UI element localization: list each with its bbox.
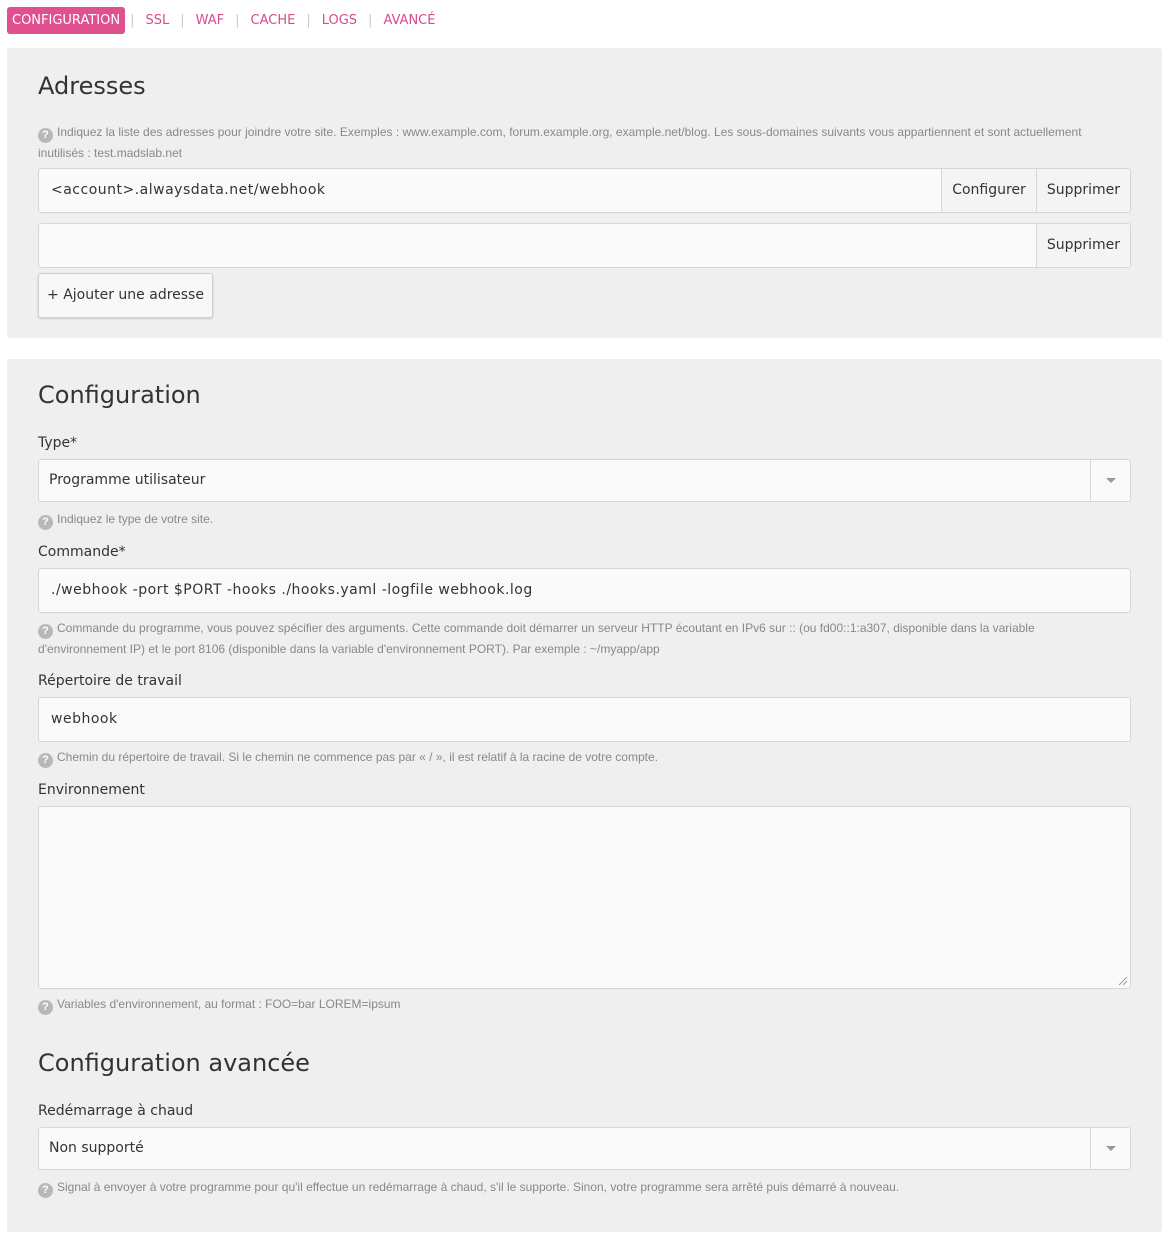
question-circle-icon: ?	[38, 515, 53, 530]
hot-restart-select-toggle[interactable]	[1090, 1128, 1130, 1169]
environment-textarea[interactable]	[38, 806, 1131, 989]
type-select-value: Programme utilisateur	[49, 472, 206, 488]
tab-configuration[interactable]: CONFIGURATION	[7, 7, 126, 34]
workdir-label: Répertoire de travail	[38, 673, 182, 689]
section-tabs: CONFIGURATION | SSL | WAF | CACHE | LOGS…	[7, 7, 441, 34]
command-help-text: Commande du programme, vous pouvez spéci…	[38, 621, 1035, 656]
tab-separator: |	[235, 13, 240, 28]
address-input[interactable]: <account>.alwaysdata.net/webhook	[39, 169, 941, 212]
addresses-help-text: Indiquez la liste des adresses pour join…	[38, 125, 1082, 160]
tab-ssl[interactable]: SSL	[139, 7, 175, 34]
tab-separator: |	[180, 13, 185, 28]
tab-separator: |	[130, 13, 135, 28]
address-input[interactable]	[39, 224, 1036, 267]
hot-restart-select[interactable]: Non supporté	[38, 1127, 1131, 1170]
question-circle-icon: ?	[38, 1000, 53, 1015]
delete-button[interactable]: Supprimer	[1035, 169, 1130, 212]
workdir-help-text: Chemin du répertoire de travail. Si le c…	[57, 750, 658, 764]
advanced-config-title: Configuration avancée	[38, 1049, 310, 1077]
hot-restart-help: ? Signal à envoyer à votre programme pour…	[38, 1177, 1098, 1198]
command-label: Commande*	[38, 544, 126, 560]
resize-grip-icon[interactable]	[1118, 976, 1128, 986]
question-circle-icon: ?	[38, 624, 53, 639]
caret-down-icon	[1105, 1146, 1116, 1151]
question-circle-icon: ?	[38, 1183, 53, 1198]
workdir-help: ? Chemin du répertoire de travail. Si le …	[38, 747, 1098, 768]
caret-down-icon	[1105, 478, 1116, 483]
addresses-title: Adresses	[38, 72, 146, 100]
tab-separator: |	[368, 13, 373, 28]
environment-label: Environnement	[38, 782, 145, 798]
type-select-toggle[interactable]	[1090, 460, 1130, 501]
hot-restart-label: Redémarrage à chaud	[38, 1103, 194, 1119]
command-help: ? Commande du programme, vous pouvez spéc…	[38, 618, 1098, 659]
hot-restart-select-value: Non supporté	[49, 1140, 144, 1156]
addresses-panel: Adresses ? Indiquez la liste des adresses…	[7, 48, 1162, 338]
delete-button[interactable]: Supprimer	[1035, 224, 1130, 267]
workdir-input[interactable]: webhook	[38, 697, 1131, 742]
configuration-title: Configuration	[38, 381, 201, 409]
address-row: <account>.alwaysdata.net/webhook Configu…	[38, 168, 1131, 213]
hot-restart-help-text: Signal à envoyer à votre programme pour …	[57, 1180, 900, 1194]
environment-help: ? Variables d'environnement, au format : …	[38, 994, 1098, 1015]
question-circle-icon: ?	[38, 128, 53, 143]
type-help: ? Indiquez le type de votre site.	[38, 509, 1098, 530]
address-row: Supprimer	[38, 223, 1131, 268]
addresses-help: ? Indiquez la liste des adresses pour joi…	[38, 122, 1098, 163]
type-help-text: Indiquez le type de votre site.	[57, 512, 214, 526]
tab-waf[interactable]: WAF	[190, 7, 231, 34]
environment-help-text: Variables d'environnement, au format : F…	[57, 997, 401, 1011]
question-circle-icon: ?	[38, 753, 53, 768]
command-input[interactable]: ./webhook -port $PORT -hooks ./hooks.yam…	[38, 568, 1131, 613]
add-address-button[interactable]: + Ajouter une adresse	[38, 273, 213, 318]
tab-logs[interactable]: LOGS	[316, 7, 363, 34]
tab-advanced[interactable]: AVANCÉ	[377, 7, 441, 34]
type-select[interactable]: Programme utilisateur	[38, 459, 1131, 502]
type-label: Type*	[38, 435, 78, 451]
tab-separator: |	[306, 13, 311, 28]
tab-cache[interactable]: CACHE	[245, 7, 302, 34]
configure-button[interactable]: Configurer	[941, 169, 1036, 212]
configuration-panel: Configuration Type* Programme utilisateu…	[7, 359, 1162, 1232]
